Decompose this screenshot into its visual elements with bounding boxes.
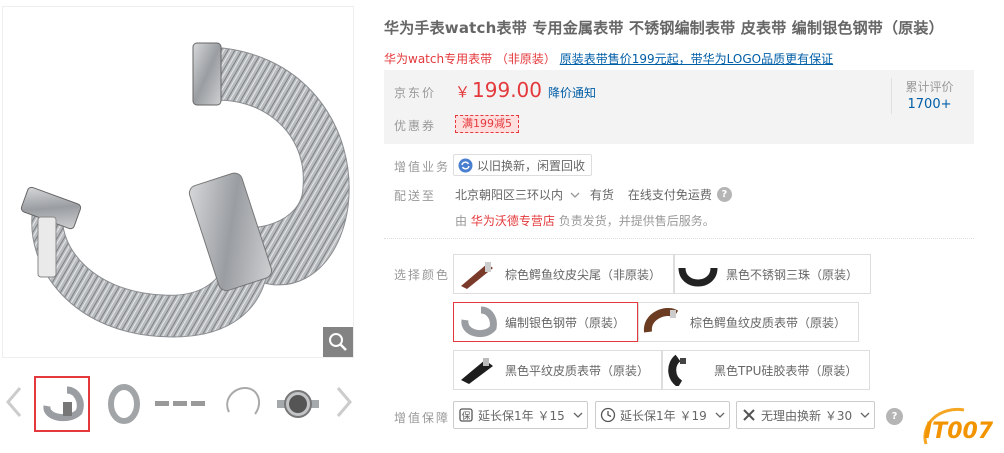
chevron-down-icon (573, 412, 583, 418)
seller-store-link[interactable]: 华为沃德专营店 (471, 214, 555, 228)
color-option-label: 棕色鳄鱼纹皮尖尾（非原装） (505, 267, 662, 282)
color-option-label: 编制银色钢带（原装） (505, 315, 626, 330)
brown-leather-icon (457, 257, 497, 291)
watermark-logo: IT007 (920, 404, 1002, 450)
price-panel: 京东价 ￥ 199.00 降价通知 优惠券 满199减5 累计评价 1700+ (384, 70, 974, 144)
mesh-band-thumb (43, 386, 84, 422)
price-amount: 199.00 (472, 78, 542, 102)
trade-in-label: 以旧换新，闲置回收 (477, 158, 586, 173)
help-icon[interactable]: ? (716, 187, 732, 202)
price-value: ￥ 199.00 (455, 78, 542, 102)
chevron-down-icon (570, 192, 580, 198)
mesh-band-image (20, 42, 350, 338)
color-option-1[interactable]: 棕色鳄鱼纹皮尖尾（非原装） (453, 254, 675, 294)
silver-mesh-icon (457, 305, 497, 339)
magnifier-icon (329, 333, 347, 351)
delivery-location[interactable]: 北京朝阳区三环以内 (455, 186, 580, 203)
payment-info: 在线支付免运费 (627, 188, 712, 202)
stock-status: 有货 (589, 188, 614, 202)
main-product-image (2, 6, 354, 358)
color-option-label: 黑色TPU硅胶表带（原装） (714, 363, 858, 378)
product-title: 华为手表watch表带 专用金属表带 不锈钢编制表带 皮表带 编制银色钢带（原装… (384, 19, 944, 37)
promo-link[interactable]: 原装表带售价199元起，带华为LOGO品质更有保证 (560, 52, 833, 66)
seller-info: 由 华为沃德专营店 负责发货，并提供售后服务。 (455, 212, 715, 229)
watermark-text: IT007 (924, 419, 994, 444)
color-option-2[interactable]: 黑色不锈钢三珠（原装） (674, 254, 872, 294)
currency-symbol: ￥ (455, 83, 471, 101)
color-option-label: 黑色平纹皮质表带（原装） (505, 363, 650, 378)
coupon-badge[interactable]: 满199减5 (455, 115, 519, 133)
delivery-label: 配送至 (394, 189, 437, 203)
color-option-6[interactable]: 黑色TPU硅胶表带（原装） (662, 350, 871, 390)
watch-thumb (277, 390, 319, 418)
color-option-4[interactable]: 棕色鳄鱼纹皮质表带（原装） (638, 302, 860, 342)
recycle-icon (458, 158, 473, 172)
color-label: 选择颜色 (394, 268, 451, 282)
thumbnail-strip (0, 372, 360, 434)
chevron-down-icon (860, 412, 870, 418)
tools-icon (741, 407, 757, 423)
guarantee-option-label: 无理由换新 ￥30 (761, 408, 853, 423)
trade-in-button[interactable]: 以旧换新，闲置回收 (453, 154, 593, 176)
guarantee-option-1[interactable]: 保 延长保1年 ￥15 (453, 401, 588, 429)
guarantee-option-label: 延长保1年 ￥15 (478, 408, 565, 423)
thumb-next-arrow[interactable] (332, 382, 356, 422)
svg-text:保: 保 (461, 410, 470, 422)
guarantee-label: 增值保障 (394, 411, 451, 425)
location-text: 北京朝阳区三环以内 (455, 188, 564, 202)
promo-text: 华为watch专用表带 （非原装） (384, 52, 556, 66)
color-option-5[interactable]: 黑色平纹皮质表带（原装） (453, 350, 663, 390)
thumb-prev-arrow[interactable] (2, 382, 26, 422)
color-option-3[interactable]: 编制银色钢带（原装） (453, 302, 639, 342)
service-label: 增值业务 (394, 160, 451, 174)
guarantee-option-label: 延长保1年 ￥19 (620, 408, 707, 423)
thin-loop-thumb (226, 386, 261, 415)
thumbnail-4[interactable] (214, 376, 270, 432)
warranty-icon: 保 (458, 407, 474, 423)
chevron-down-icon (715, 412, 725, 418)
flat-band-thumb (155, 401, 205, 406)
color-option-label: 黑色不锈钢三珠（原装） (726, 267, 859, 282)
guarantee-help-icon[interactable]: ? (886, 408, 903, 425)
seller-suffix: 负责发货，并提供售后服务。 (558, 214, 715, 228)
review-count[interactable]: 1700+ (892, 97, 967, 112)
divider (384, 238, 974, 239)
coupon-label: 优惠券 (394, 119, 437, 133)
mesh-loop-thumb (108, 384, 140, 424)
brown-croc-icon (642, 305, 682, 339)
product-promo: 华为watch专用表带 （非原装） 原装表带售价199元起，带华为LOGO品质更… (384, 50, 833, 67)
seller-prefix: 由 (455, 214, 468, 228)
black-tpu-icon (666, 353, 706, 387)
guarantee-option-2[interactable]: 延长保1年 ￥19 (595, 401, 730, 429)
color-option-label: 棕色鳄鱼纹皮质表带（原装） (690, 315, 847, 330)
black-steel-icon (678, 257, 718, 291)
guarantee-option-3[interactable]: 无理由换新 ￥30 (736, 401, 876, 429)
chevron-right-icon (336, 387, 352, 417)
zoom-button[interactable] (323, 327, 353, 357)
chevron-left-icon (6, 387, 22, 417)
thumbnail-3[interactable] (152, 376, 208, 432)
clock-icon (600, 407, 616, 423)
review-label: 累计评价 (905, 80, 954, 94)
thumbnail-5[interactable] (270, 376, 326, 432)
black-leather-icon (457, 353, 497, 387)
price-notify-link[interactable]: 降价通知 (548, 84, 596, 101)
price-label: 京东价 (394, 86, 437, 100)
review-summary[interactable]: 累计评价 1700+ (891, 78, 967, 114)
delivery-info: 北京朝阳区三环以内 有货 在线支付免运费 ? (455, 186, 732, 203)
thumbnail-1[interactable] (34, 376, 90, 432)
thumbnail-2[interactable] (96, 376, 152, 432)
